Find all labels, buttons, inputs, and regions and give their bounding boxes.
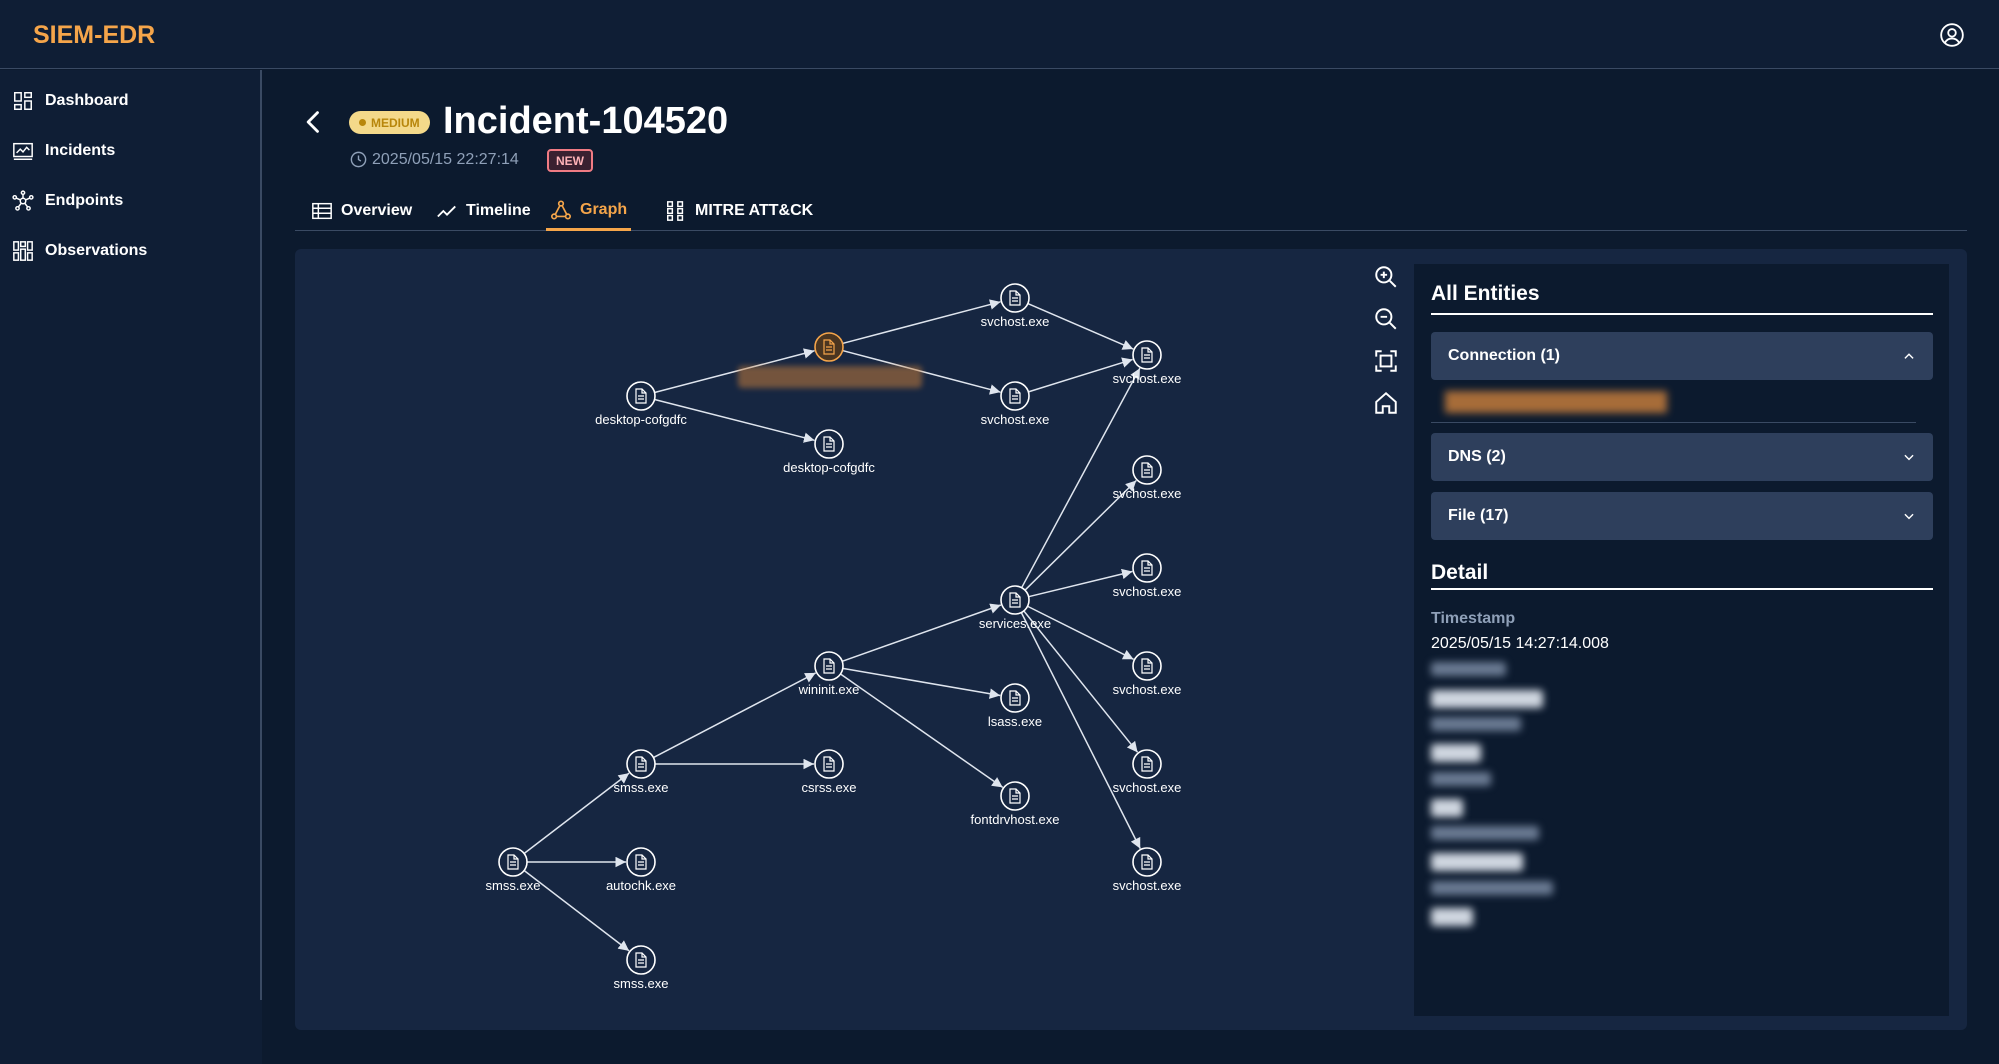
tab-overview[interactable]: Overview (307, 191, 416, 231)
divider (1431, 422, 1916, 423)
severity-badge: MEDIUM (349, 111, 430, 134)
top-bar: SIEM-EDR (0, 0, 1999, 69)
sidebar-item-label: Dashboard (45, 92, 129, 109)
graph-node-label: svchost.exe (1113, 486, 1182, 501)
tab-bar: Overview Timeline Graph MITRE ATT&CK (295, 191, 1967, 231)
accordion-file[interactable]: File (17) (1431, 492, 1933, 540)
grid-icon (13, 241, 33, 261)
tab-mitre-attack[interactable]: MITRE ATT&CK (661, 191, 817, 231)
fit-view-icon[interactable] (1373, 348, 1399, 374)
graph-node-label: fontdrvhost.exe (971, 812, 1060, 827)
sidebar-item-label: Observations (45, 242, 148, 259)
tab-label: Timeline (466, 202, 531, 219)
user-account-icon[interactable] (1939, 22, 1965, 48)
home-icon[interactable] (1373, 390, 1399, 416)
entities-divider (1431, 313, 1933, 315)
timestamp-value: 2025/05/15 14:27:14.008 (1431, 635, 1609, 652)
tab-label: Overview (341, 202, 413, 219)
detail-divider (1431, 588, 1933, 590)
graph-node[interactable] (814, 332, 844, 362)
sidebar-item-endpoints[interactable]: Endpoints (12, 186, 123, 216)
chart-icon (13, 142, 33, 160)
accordion-label: Connection (1) (1448, 347, 1560, 364)
clock-icon (350, 151, 367, 168)
grid-icon (667, 201, 684, 221)
chevron-up-icon (1904, 353, 1914, 359)
redacted-field-value (1431, 799, 1463, 817)
zoom-out-icon[interactable] (1373, 306, 1399, 332)
entities-title: All Entities (1431, 282, 1540, 305)
severity-dot-icon (359, 119, 366, 126)
graph-icon (551, 199, 571, 220)
graph-node-label: svchost.exe (1113, 878, 1182, 893)
redacted-field-label (1431, 826, 1539, 840)
graph-node-label: svchost.exe (981, 314, 1050, 329)
incident-timestamp: 2025/05/15 22:27:14 (372, 150, 519, 168)
tab-graph[interactable]: Graph (546, 191, 632, 231)
severity-label: MEDIUM (371, 115, 420, 130)
accordion-label: DNS (2) (1448, 448, 1506, 465)
sidebar-item-dashboard[interactable]: Dashboard (12, 86, 129, 116)
graph-node-label: svchost.exe (981, 412, 1050, 427)
sidebar-item-label: Incidents (45, 142, 116, 159)
redacted-field-value (1431, 853, 1523, 871)
graph-node-label: desktop-cofgdfc (783, 460, 875, 475)
redacted-field-value (1431, 744, 1481, 762)
graph-node-label: smss.exe (614, 976, 669, 991)
accordion-dns[interactable]: DNS (2) (1431, 433, 1933, 481)
tab-label: Graph (580, 200, 628, 218)
graph-node-label: svchost.exe (1113, 780, 1182, 795)
redacted-field-label (1431, 772, 1491, 786)
table-icon (312, 202, 332, 220)
status-badge: NEW (547, 149, 593, 172)
zoom-in-icon[interactable] (1373, 264, 1399, 290)
graph-node-label: svchost.exe (1113, 584, 1182, 599)
redacted-field-label (1431, 717, 1521, 731)
graph-node-label: smss.exe (614, 780, 669, 795)
redacted-field-label (1431, 662, 1506, 676)
graph-node-label: svchost.exe (1113, 682, 1182, 697)
sidebar-item-incidents[interactable]: Incidents (12, 136, 115, 166)
sidebar-item-label: Endpoints (45, 192, 124, 209)
graph-node-label: autochk.exe (606, 878, 676, 893)
connection-item-redacted[interactable] (1445, 391, 1667, 413)
graph-node-label: smss.exe (486, 878, 541, 893)
incident-time: 2025/05/15 22:27:14 (349, 150, 519, 169)
network-icon (12, 190, 34, 211)
dashboard-icon (14, 92, 32, 110)
redacted-field-value (1431, 690, 1543, 708)
tab-label: MITRE ATT&CK (695, 202, 814, 219)
chevron-down-icon (1904, 454, 1914, 461)
accordion-label: File (17) (1448, 507, 1509, 524)
graph-node-label: desktop-cofgdfc (595, 412, 687, 427)
redacted-field-label (1431, 881, 1553, 895)
accordion-connection[interactable]: Connection (1) (1431, 332, 1933, 380)
redacted-field-value (1431, 908, 1473, 926)
brand-logo: SIEM-EDR (33, 21, 156, 49)
detail-title: Detail (1431, 561, 1489, 584)
graph-node-label: csrss.exe (802, 780, 857, 795)
sidebar (0, 70, 262, 1064)
graph-node-label: services.exe (979, 616, 1051, 631)
sidebar-item-observations[interactable]: Observations (12, 236, 147, 266)
timestamp-label: Timestamp (1431, 610, 1516, 627)
graph-node-label: lsass.exe (988, 714, 1042, 729)
page-title: Incident-104520 (443, 100, 729, 142)
graph-node-label: svchost.exe (1113, 371, 1182, 386)
trend-icon (437, 205, 456, 218)
back-arrow-icon[interactable] (300, 108, 328, 136)
tab-timeline[interactable]: Timeline (432, 191, 535, 231)
graph-node-label: wininit.exe (798, 682, 860, 697)
chevron-down-icon (1904, 513, 1914, 520)
